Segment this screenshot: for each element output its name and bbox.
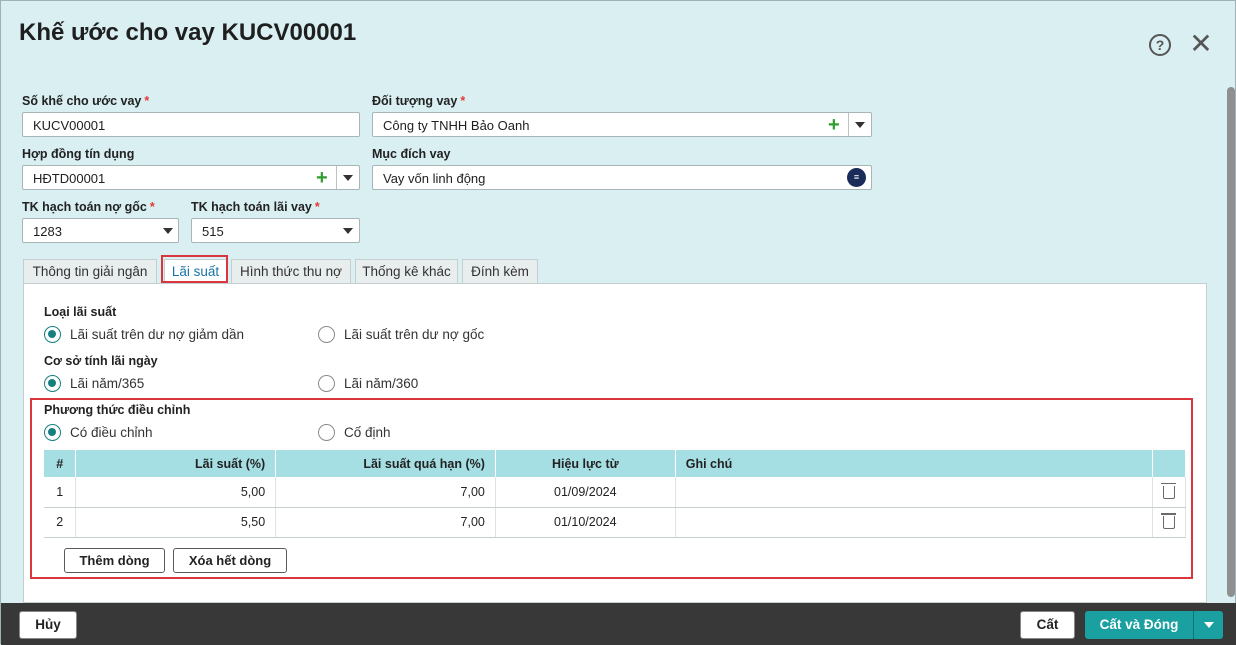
interest-grid: # Lãi suất (%) Lãi suất quá hạn (%) Hiệu…	[44, 450, 1187, 538]
plus-icon[interactable]: +	[828, 114, 840, 136]
phuong-thuc-label: Phương thức điều chỉnh	[44, 403, 191, 417]
cell-note[interactable]	[675, 507, 1153, 538]
cell-overdue-rate[interactable]: 7,00	[275, 477, 496, 508]
label-hop-dong: Hợp đồng tín dụng	[22, 147, 135, 161]
tab-thong-ke-khac[interactable]: Thống kê khác	[355, 259, 458, 283]
col-overdue-rate: Lãi suất quá hạn (%)	[275, 450, 496, 477]
grid-header-row: # Lãi suất (%) Lãi suất quá hạn (%) Hiệu…	[44, 450, 1187, 477]
radio-nam-360[interactable]	[318, 375, 335, 392]
chevron-down-icon	[343, 228, 353, 234]
save-options-dropdown[interactable]	[1193, 611, 1223, 639]
trash-icon[interactable]	[1160, 513, 1176, 529]
cancel-button[interactable]: Hủy	[19, 611, 77, 639]
doi-tuong-vay-select[interactable]: Công ty TNHH Bảo Oanh +	[372, 112, 872, 137]
col-effective-from: Hiệu lực từ	[495, 450, 676, 477]
label-tk-lai-vay: TK hạch toán lãi vay *	[191, 200, 320, 214]
tab-hinh-thuc-thu-no[interactable]: Hình thức thu nợ	[231, 259, 351, 283]
tab-dinh-kem[interactable]: Đính kèm	[462, 259, 538, 283]
label-so-khe-uoc: Số khế cho ước vay *	[22, 94, 150, 108]
cell-rate[interactable]: 5,50	[75, 507, 277, 538]
hop-dong-select[interactable]: HĐTD00001 +	[22, 165, 360, 190]
tk-lai-vay-select[interactable]: 515	[191, 218, 360, 243]
chevron-down-icon	[163, 228, 173, 234]
chevron-down-icon	[1204, 622, 1214, 628]
radio-du-no-goc[interactable]	[318, 326, 335, 343]
dialog-title: Khế ước cho vay KUCV00001	[19, 19, 357, 46]
cell-note[interactable]	[675, 477, 1153, 508]
cell-effective-from[interactable]: 01/09/2024	[495, 477, 676, 508]
dialog: Khế ước cho vay KUCV00001 ? ✕ Số khế cho…	[0, 0, 1236, 645]
co-so-tinh-lai-label: Cơ sở tính lãi ngày	[44, 354, 158, 368]
footer-bar: Hủy Cất Cất và Đóng	[1, 603, 1236, 645]
save-button[interactable]: Cất	[1020, 611, 1075, 639]
radio-co-dieu-chinh[interactable]	[44, 424, 61, 441]
cell-index: 1	[44, 477, 77, 508]
close-icon[interactable]: ✕	[1189, 30, 1213, 58]
clear-rows-button[interactable]: Xóa hết dòng	[173, 548, 287, 573]
chevron-down-icon[interactable]	[343, 175, 353, 181]
cell-effective-from[interactable]: 01/10/2024	[495, 507, 676, 538]
radio-label: Cố định	[344, 425, 391, 440]
so-khe-uoc-input[interactable]: KUCV00001	[22, 112, 360, 137]
chevron-down-icon[interactable]	[855, 122, 865, 128]
radio-label: Có điều chỉnh	[70, 425, 153, 440]
radio-label: Lãi năm/360	[344, 376, 419, 391]
col-index: #	[44, 450, 77, 477]
loai-lai-suat-label: Loại lãi suất	[44, 305, 117, 319]
cell-overdue-rate[interactable]: 7,00	[275, 507, 496, 538]
trash-icon[interactable]	[1160, 482, 1176, 499]
tab-thong-tin-giai-ngan[interactable]: Thông tin giải ngân	[23, 259, 157, 283]
radio-label: Lãi suất trên dư nợ giảm dần	[70, 327, 244, 342]
label-muc-dich: Mục đích vay	[372, 147, 451, 161]
cell-index: 2	[44, 507, 77, 538]
tab-highlight	[161, 255, 228, 283]
col-actions	[1152, 450, 1187, 477]
col-note: Ghi chú	[675, 450, 1153, 477]
radio-du-no-giam-dan[interactable]	[44, 326, 61, 343]
label-doi-tuong-vay: Đối tượng vay *	[372, 94, 466, 108]
ai-assist-icon[interactable]: ≡	[847, 168, 866, 187]
save-close-button[interactable]: Cất và Đóng	[1085, 611, 1193, 639]
muc-dich-input[interactable]: Vay vốn linh động ≡	[372, 165, 872, 190]
delete-row-cell	[1152, 477, 1187, 508]
tk-no-goc-select[interactable]: 1283	[22, 218, 179, 243]
table-row[interactable]: 1 5,00 7,00 01/09/2024	[44, 477, 1187, 508]
cell-rate[interactable]: 5,00	[75, 477, 277, 508]
col-rate: Lãi suất (%)	[75, 450, 277, 477]
plus-icon[interactable]: +	[316, 167, 328, 189]
add-row-button[interactable]: Thêm dòng	[64, 548, 165, 573]
radio-nam-365[interactable]	[44, 375, 61, 392]
radio-label: Lãi suất trên dư nợ gốc	[344, 327, 485, 342]
radio-co-dinh[interactable]	[318, 424, 335, 441]
label-tk-no-goc: TK hạch toán nợ gốc *	[22, 200, 155, 214]
help-icon[interactable]: ?	[1149, 34, 1171, 56]
delete-row-cell	[1152, 507, 1187, 538]
table-row[interactable]: 2 5,50 7,00 01/10/2024	[44, 507, 1187, 538]
scrollbar[interactable]	[1227, 87, 1235, 597]
radio-label: Lãi năm/365	[70, 376, 145, 391]
